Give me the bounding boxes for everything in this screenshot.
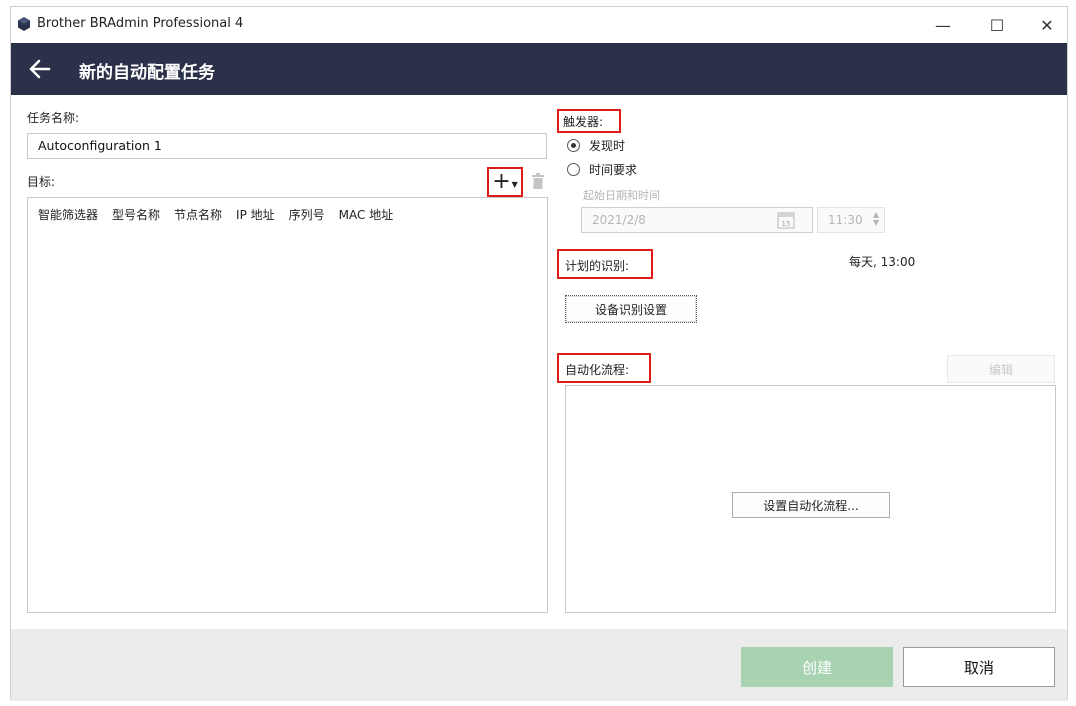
automation-label: 自动化流程: [565, 363, 630, 377]
radio-on-discovery[interactable] [567, 139, 580, 152]
trash-icon[interactable] [531, 173, 545, 189]
automation-flow-panel: 设置自动化流程... [565, 385, 1056, 613]
minimize-icon: — [935, 15, 951, 35]
column-header[interactable]: 型号名称 [112, 206, 160, 223]
table-header: 智能筛选器 型号名称 节点名称 IP 地址 序列号 MAC 地址 [38, 206, 393, 223]
schedule-label: 计划的识别: [565, 259, 630, 273]
radio-on-schedule-label: 时间要求 [589, 163, 638, 177]
add-target-button[interactable]: + ▼ [487, 167, 523, 197]
maximize-icon: ☐ [989, 15, 1005, 35]
radio-on-schedule[interactable] [567, 163, 580, 176]
page-title: 新的自动配置任务 [79, 63, 215, 83]
column-header[interactable]: 序列号 [289, 206, 325, 223]
page-header: 新的自动配置任务 [11, 43, 1067, 95]
start-datetime-label: 起始日期和时间 [583, 189, 660, 202]
task-name-input[interactable]: Autoconfiguration 1 [27, 133, 547, 159]
title-bar: Brother BRAdmin Professional 4 — ☐ ✕ [11, 7, 1067, 43]
column-header[interactable]: MAC 地址 [339, 206, 394, 223]
column-header[interactable]: 节点名称 [174, 206, 222, 223]
plus-icon: + [492, 169, 511, 194]
schedule-summary: 每天, 13:00 [849, 255, 916, 269]
back-arrow-icon[interactable] [27, 57, 53, 81]
calendar-icon[interactable]: 15 [777, 211, 795, 229]
column-header[interactable]: IP 地址 [236, 206, 275, 223]
setup-automation-button[interactable]: 设置自动化流程... [732, 492, 890, 518]
cancel-button[interactable]: 取消 [903, 647, 1055, 687]
radio-on-discovery-label: 发现时 [589, 139, 626, 153]
create-button[interactable]: 创建 [741, 647, 893, 687]
maximize-button[interactable]: ☐ [977, 11, 1017, 39]
app-window: Brother BRAdmin Professional 4 — ☐ ✕ 新的自… [10, 6, 1068, 701]
device-discovery-settings-button[interactable]: 设备识别设置 [565, 295, 697, 323]
close-icon: ✕ [1040, 15, 1054, 35]
dialog-footer: 创建 取消 [11, 629, 1067, 701]
edit-button[interactable]: 编辑 [947, 355, 1055, 383]
time-spinner-icon[interactable]: ▲ ▼ [873, 211, 879, 227]
calendar-day: 15 [782, 220, 791, 228]
minimize-button[interactable]: — [923, 11, 963, 39]
targets-table[interactable]: 智能筛选器 型号名称 节点名称 IP 地址 序列号 MAC 地址 [27, 197, 548, 613]
window-title: Brother BRAdmin Professional 4 [37, 16, 244, 31]
task-name-label: 任务名称: [27, 111, 80, 125]
column-header[interactable]: 智能筛选器 [38, 206, 98, 223]
trigger-label: 触发器: [563, 115, 604, 129]
close-button[interactable]: ✕ [1027, 11, 1067, 39]
targets-label: 目标: [27, 175, 56, 189]
chevron-down-icon: ▼ [511, 179, 518, 189]
app-logo-icon [18, 17, 30, 31]
